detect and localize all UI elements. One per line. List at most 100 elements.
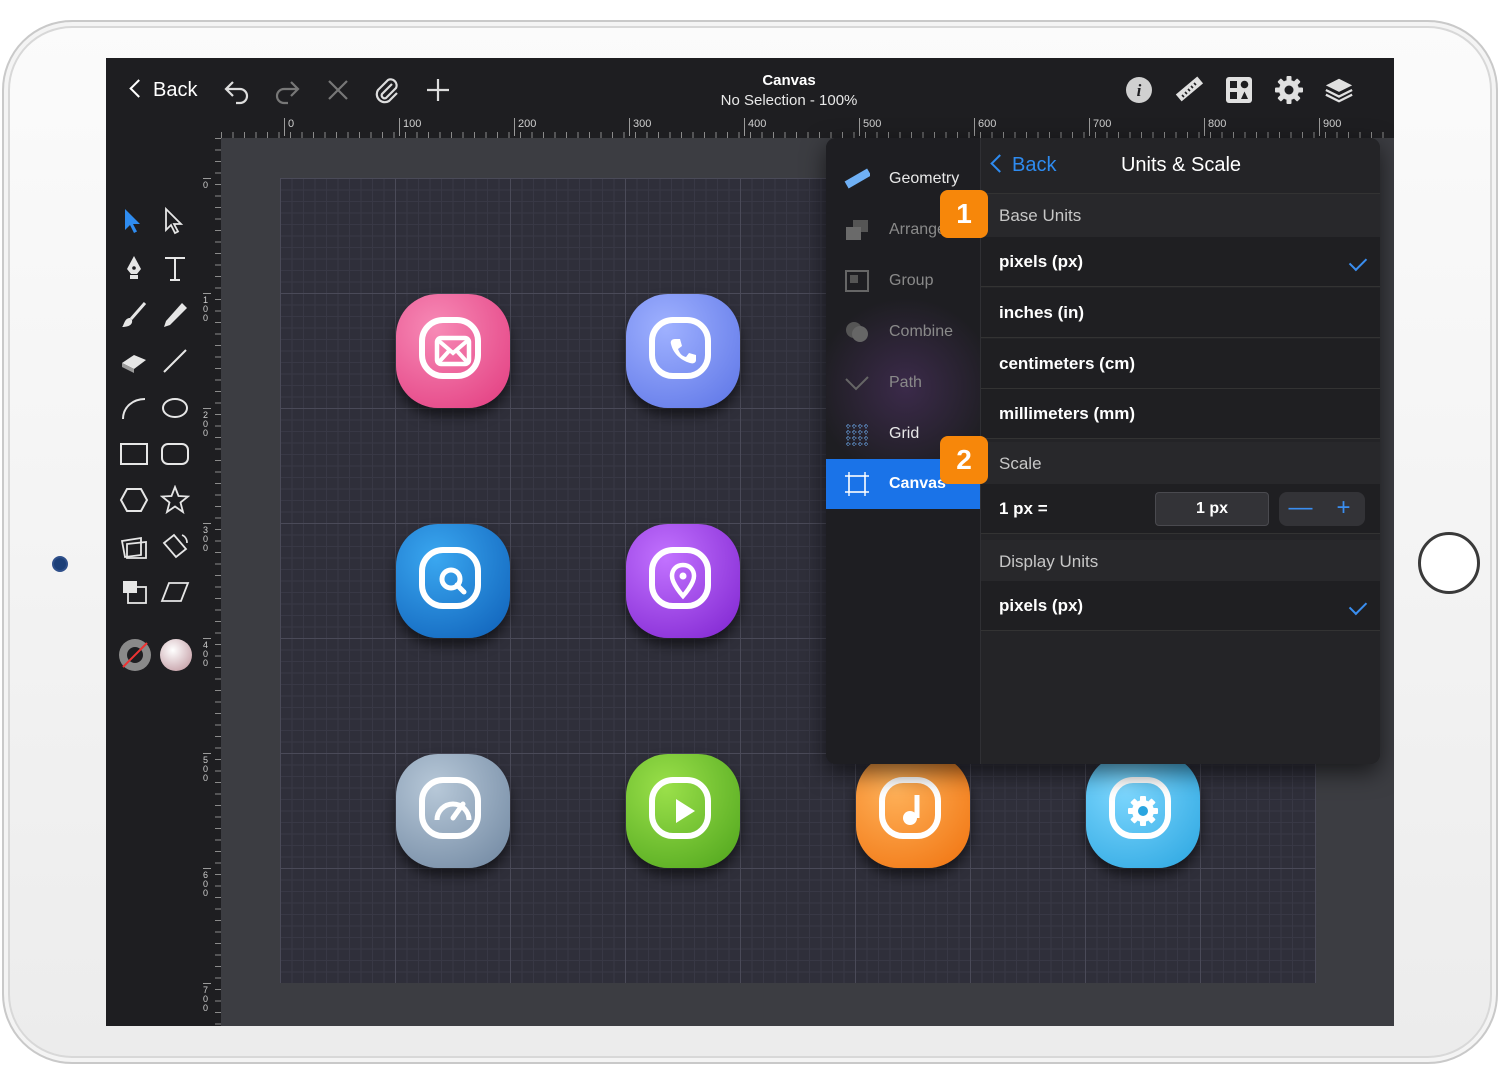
ruler-label: 500 xyxy=(203,753,211,783)
envelope-icon xyxy=(434,335,472,367)
scale-label: 1 px = xyxy=(999,499,1048,518)
attach-icon[interactable] xyxy=(372,76,402,106)
selection-status: No Selection - 100% xyxy=(720,92,858,109)
search-app-icon[interactable] xyxy=(396,524,510,638)
display-unit-option[interactable]: pixels (px) xyxy=(981,581,1380,631)
brush-icon[interactable] xyxy=(119,300,149,330)
side-item-group[interactable]: Group xyxy=(826,256,980,306)
checkmark-icon xyxy=(1348,252,1368,272)
vertical-ruler: 0 100 200 300 400 500 600 700 xyxy=(201,138,221,1026)
chevron-left-icon xyxy=(990,154,1009,173)
increment-button[interactable]: + xyxy=(1322,492,1365,524)
select-arrow-icon[interactable] xyxy=(119,206,149,236)
ruler-icon[interactable] xyxy=(1174,75,1204,105)
side-item-label: Combine xyxy=(889,323,954,340)
callout-badge-1: 1 xyxy=(940,190,988,238)
ruler-corner xyxy=(201,118,221,138)
ruler-label: 200 xyxy=(203,408,211,438)
ruler-label: 700 xyxy=(203,983,211,1013)
top-toolbar: Back Canvas No Selection - 100% i xyxy=(106,58,1394,118)
music-app-icon[interactable] xyxy=(856,754,970,868)
side-item-label: Group xyxy=(889,272,934,289)
frame-icon[interactable] xyxy=(119,577,149,607)
undo-icon[interactable] xyxy=(222,76,252,106)
speed-app-icon[interactable] xyxy=(396,754,510,868)
music-note-icon xyxy=(903,795,920,825)
redo-icon[interactable] xyxy=(272,76,302,106)
base-unit-option[interactable]: centimeters (cm) xyxy=(981,339,1380,389)
layers-icon[interactable] xyxy=(1324,75,1354,105)
scale-row: 1 px = 1 px — + xyxy=(981,484,1380,534)
path-icon xyxy=(845,376,869,391)
transform-icon[interactable] xyxy=(160,531,190,561)
ruler-label: 200 xyxy=(514,118,536,136)
pen-icon[interactable] xyxy=(119,253,149,283)
ruler-label: 0 xyxy=(284,118,294,136)
ellipse-icon[interactable] xyxy=(160,393,190,423)
horizontal-ruler: 0 100 200 300 400 500 600 700 800 900 xyxy=(221,118,1394,138)
location-pin-icon xyxy=(669,562,697,600)
callout-badge-2: 2 xyxy=(940,436,988,484)
ruler-label: 0 xyxy=(203,178,211,190)
scale-value-field[interactable]: 1 px xyxy=(1155,492,1269,526)
line-icon[interactable] xyxy=(160,346,190,376)
home-button[interactable] xyxy=(1418,532,1480,594)
option-label: millimeters (mm) xyxy=(999,404,1136,423)
ruler-label: 600 xyxy=(974,118,996,136)
panel-back-label: Back xyxy=(1012,154,1057,176)
add-icon[interactable] xyxy=(424,76,452,104)
checkmark-icon xyxy=(1348,596,1368,616)
ruler-label: 300 xyxy=(629,118,651,136)
phone-app-icon[interactable] xyxy=(626,294,740,408)
base-unit-option[interactable]: inches (in) xyxy=(981,288,1380,338)
fill-swatch-icon[interactable] xyxy=(158,637,194,673)
ruler-label: 300 xyxy=(203,523,211,553)
delete-icon[interactable] xyxy=(324,76,352,104)
side-item-combine[interactable]: Combine xyxy=(826,307,980,357)
ruler-label: 600 xyxy=(203,868,211,898)
library-icon[interactable] xyxy=(1224,75,1254,105)
star-icon[interactable] xyxy=(160,485,190,515)
back-button[interactable]: Back xyxy=(129,79,198,102)
rounded-rect-icon[interactable] xyxy=(160,439,190,469)
rectangle-icon[interactable] xyxy=(119,439,149,469)
ruler-label: 800 xyxy=(1204,118,1226,136)
phone-icon xyxy=(670,339,696,364)
play-icon xyxy=(676,799,695,823)
back-label: Back xyxy=(153,79,198,101)
ruler-label: 900 xyxy=(1319,118,1341,136)
inspector-popover: Geometry Arrange Group Combine Path Grid xyxy=(826,138,1380,764)
text-icon[interactable] xyxy=(160,253,190,283)
option-label: pixels (px) xyxy=(999,252,1084,271)
location-app-icon[interactable] xyxy=(626,524,740,638)
settings-app-icon[interactable] xyxy=(1086,754,1200,868)
eraser-icon[interactable] xyxy=(119,346,149,376)
hexagon-icon[interactable] xyxy=(119,485,149,515)
units-scale-panel: Back Units & Scale Base Units pixels (px… xyxy=(980,138,1380,764)
gear-icon[interactable] xyxy=(1274,75,1304,105)
base-unit-option[interactable]: millimeters (mm) xyxy=(981,389,1380,439)
mail-app-icon[interactable] xyxy=(396,294,510,408)
ruler-label: 700 xyxy=(1089,118,1111,136)
side-item-path[interactable]: Path xyxy=(826,358,980,408)
arc-icon[interactable] xyxy=(119,393,149,423)
stroke-swatch-icon[interactable] xyxy=(117,637,153,673)
base-unit-option[interactable]: pixels (px) xyxy=(981,237,1380,287)
ruler-icon xyxy=(844,168,870,189)
pencil-icon[interactable] xyxy=(160,300,190,330)
side-item-label: Arrange xyxy=(889,221,946,238)
scale-stepper: — + xyxy=(1279,492,1365,526)
skew-icon[interactable] xyxy=(160,577,190,607)
option-label: centimeters (cm) xyxy=(999,354,1136,373)
info-icon[interactable]: i xyxy=(1124,75,1154,105)
decrement-button[interactable]: — xyxy=(1279,492,1322,524)
direct-select-icon[interactable] xyxy=(160,206,190,236)
play-app-icon[interactable] xyxy=(626,754,740,868)
display-units-header: Display Units xyxy=(981,540,1380,584)
panel-back-button[interactable]: Back xyxy=(990,154,1057,177)
option-label: inches (in) xyxy=(999,303,1085,322)
image-icon[interactable] xyxy=(119,531,149,561)
side-item-label: Canvas xyxy=(889,475,946,492)
magnifier-icon xyxy=(439,567,467,595)
group-icon xyxy=(845,270,869,292)
